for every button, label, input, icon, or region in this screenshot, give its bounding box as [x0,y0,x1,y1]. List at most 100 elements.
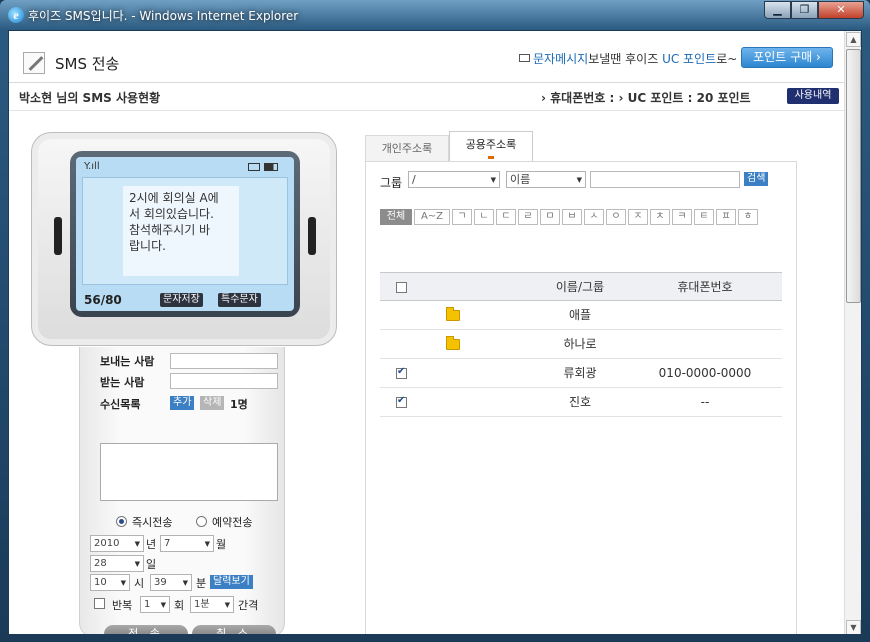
row-name: 하나로 [563,337,597,351]
promo-suffix: 로~ [716,52,738,66]
group-select[interactable]: / [408,171,500,188]
day-unit: 일 [146,558,157,571]
table-row[interactable]: 애플 [380,301,782,330]
chosung-filter-button[interactable]: ㅂ [562,209,582,225]
add-recipient-button[interactable]: 추가 [170,396,195,410]
calendar-button[interactable]: 달력보기 [210,575,253,589]
select-all-checkbox[interactable] [396,282,407,293]
minimize-button[interactable]: ▁ [764,1,791,19]
close-button[interactable]: ✕ [818,1,864,19]
row-name: 류회광 [563,366,597,380]
hour-select[interactable]: 10 [90,574,130,591]
search-input[interactable] [590,171,740,188]
col-phone-header: 휴대폰번호 [677,280,733,294]
repeat-count-select[interactable]: 1 [140,596,170,613]
send-now-radio[interactable] [116,516,127,527]
usage-history-button[interactable]: 사용내역 [787,88,839,104]
page-content: SMS 전송 문자메시지보낼땐 후이즈 UC 포인트로~ 포인트 구매 › 박소… [8,30,862,635]
usage-bar: 박소현 님의 SMS 사용현황 › 휴대폰번호 : › UC 포인트 : 20 … [9,83,846,111]
scroll-down-icon[interactable]: ▼ [846,620,861,634]
table-header: 이름/그룹 휴대폰번호 [380,272,782,301]
message-text[interactable]: 2시에 회의실 A에 서 회의있습니다. 참석해주시기 바 랍니다. [123,186,239,276]
chosung-filter-button[interactable]: 전체 [380,209,412,225]
message-area[interactable]: 2시에 회의실 A에 서 회의있습니다. 참석해주시기 바 랍니다. [82,177,288,285]
table-row[interactable]: 하나로 [380,330,782,359]
address-book: 개인주소록 공용주소록 그룹 / 이름 검색 전체A~Zㄱㄴㄷㄹㅁㅂㅅㅇㅈㅊㅋㅌ… [365,131,797,634]
promo-text: 문자메시지보낼땐 후이즈 UC 포인트로~ [519,50,737,67]
chosung-filter-button[interactable]: ㄴ [474,209,494,225]
contacts-table: 이름/그룹 휴대폰번호 애플 하나로 ✔ 류회광 010-0000-0000 ✔… [380,272,782,417]
chosung-filter-button[interactable]: A~Z [414,209,450,225]
tab-shared[interactable]: 공용주소록 [449,131,533,162]
chosung-filter-button[interactable]: ㄹ [518,209,538,225]
phone-side-button-right [308,217,316,255]
chosung-filter-button[interactable]: ㅍ [716,209,736,225]
year-unit: 년 [146,538,157,551]
day-select[interactable]: 28 [90,555,144,572]
chosung-filter-button[interactable]: ㅌ [694,209,714,225]
save-message-button[interactable]: 문자저장 [160,293,203,307]
chosung-filter-button[interactable]: ㅎ [738,209,758,225]
chosung-filter-button[interactable]: ㅈ [628,209,648,225]
receiver-input[interactable] [170,373,278,389]
delete-recipient-button[interactable]: 삭제 [200,396,225,410]
special-char-button[interactable]: 특수문자 [218,293,261,307]
buy-points-button[interactable]: 포인트 구매 › [741,47,833,68]
send-button[interactable]: 전 송 [104,625,188,634]
chosung-filter-button[interactable]: ㄱ [452,209,472,225]
reserve-label: 예약전송 [212,516,253,529]
search-button[interactable]: 검색 [744,172,769,186]
minute-select[interactable]: 39 [150,574,192,591]
repeat-label: 반복 [112,599,133,612]
repeat-checkbox[interactable] [94,598,105,609]
sender-label: 보내는 사람 [100,355,155,368]
row-phone [655,330,755,359]
chosung-filter-button[interactable]: ㅊ [650,209,670,225]
row-checkbox[interactable] [396,366,407,379]
uc-point-link[interactable]: UC 포인트 [662,52,716,66]
table-row[interactable]: 진호 -- [380,388,782,417]
minute-unit: 분 [196,577,207,590]
row-phone: 010-0000-0000 [658,366,752,380]
promo-mid: 보낼땐 후이즈 [588,52,663,66]
window-title: 후이즈 SMS입니다. - Windows Internet Explorer [28,9,299,23]
row-checkbox[interactable] [396,395,407,408]
chosung-filter-button[interactable]: ㅅ [584,209,604,225]
chosung-filter-button[interactable]: ㅋ [672,209,692,225]
month-select[interactable]: 7 [160,535,214,552]
title-bar: e 후이즈 SMS입니다. - Windows Internet Explore… [0,0,870,30]
row-name: 애플 [568,308,592,322]
chosung-filter-button[interactable]: ㅁ [540,209,560,225]
page-title: SMS 전송 [55,55,120,73]
scroll-up-icon[interactable]: ▲ [846,32,861,47]
phone-screen: Y.ıll 2시에 회의실 A에 서 회의있습니다. 참석해주시기 바 랍니다.… [76,157,294,311]
row-name: 진호 [568,395,592,409]
interval-select[interactable]: 1분 [190,596,234,613]
scroll-thumb[interactable] [846,49,861,303]
search-field-select[interactable]: 이름 [506,171,586,188]
chosung-filter-button[interactable]: ㅇ [606,209,626,225]
browser-window: e 후이즈 SMS입니다. - Windows Internet Explore… [0,0,870,642]
ie-logo-icon: e [8,7,24,23]
tab-personal[interactable]: 개인주소록 [365,135,449,161]
sender-input[interactable] [170,353,278,369]
hour-unit: 시 [134,577,145,590]
maximize-button[interactable]: ❐ [791,1,818,19]
col-name-header: 이름/그룹 [555,280,605,294]
envelope-icon [519,54,530,62]
send-now-label: 즉시전송 [132,516,173,529]
chosung-filter-button[interactable]: ㄷ [496,209,516,225]
table-row[interactable]: 류회광 010-0000-0000 [380,359,782,388]
recipient-list-label: 수신목록 [100,398,141,411]
phone-body: Y.ıll 2시에 회의실 A에 서 회의있습니다. 참석해주시기 바 랍니다.… [31,132,337,346]
year-select[interactable]: 2010 [90,535,144,552]
recipient-list[interactable] [100,443,278,501]
usage-info: › 휴대폰번호 : › UC 포인트 : 20 포인트 [541,91,751,105]
recipient-count: 1명 [230,398,248,411]
vertical-scrollbar[interactable]: ▲ ▼ [844,31,861,634]
cancel-button[interactable]: 취 소 [192,625,276,634]
reserve-radio[interactable] [196,516,207,527]
group-label: 그룹 [380,176,403,190]
send-form: 보내는 사람 받는 사람 수신목록 추가 삭제 1명 즉시전송 예약전송 201… [79,347,285,634]
address-panel: 그룹 / 이름 검색 전체A~Zㄱㄴㄷㄹㅁㅂㅅㅇㅈㅊㅋㅌㅍㅎ 이름/그룹 휴대폰… [365,161,797,634]
